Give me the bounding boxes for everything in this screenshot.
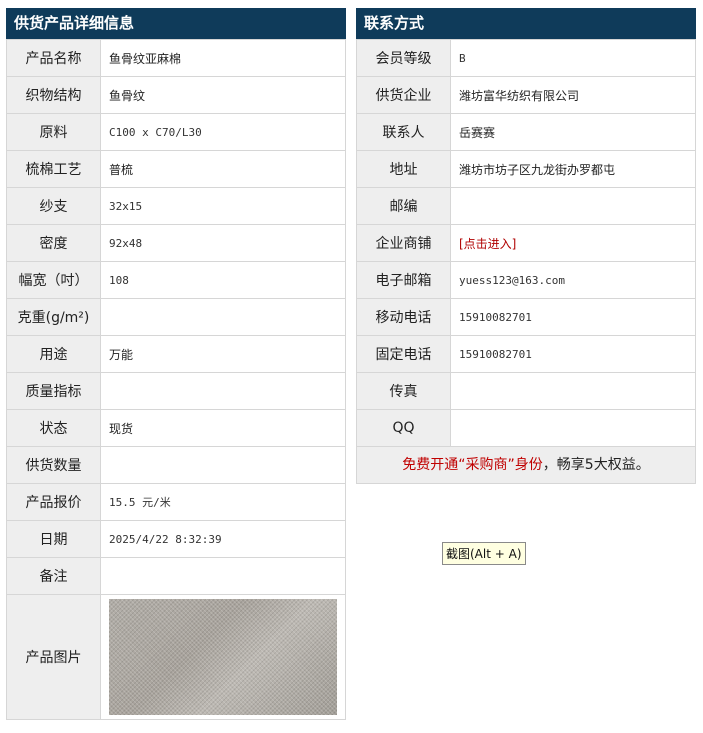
contact-table: 会员等级 B 供货企业 潍坊富华纺织有限公司 联系人 岳赛赛 地址 潍坊市坊子区… (356, 39, 696, 447)
product-image-cell (100, 594, 346, 720)
row-label: 联系人 (356, 113, 451, 151)
row-label: 电子邮箱 (356, 261, 451, 299)
email-value: yuess123@163.com (450, 261, 696, 299)
table-row: 邮编 (356, 187, 696, 225)
row-label: 质量指标 (6, 372, 101, 410)
row-label: 幅宽（吋） (6, 261, 101, 299)
table-row: 幅宽（吋） 108 (6, 261, 346, 299)
density-value: 92x48 (100, 224, 346, 262)
table-row: 克重(g/m²) (6, 298, 346, 336)
row-label: 纱支 (6, 187, 101, 225)
row-label: 邮编 (356, 187, 451, 225)
yarn-count-value: 32x15 (100, 187, 346, 225)
row-label: 梳棉工艺 (6, 150, 101, 188)
row-label: 企业商铺 (356, 224, 451, 262)
table-row: 电子邮箱 yuess123@163.com (356, 261, 696, 299)
shop-enter-link[interactable]: [点击进入] (459, 237, 516, 251)
mobile-value: 15910082701 (450, 298, 696, 336)
table-row: 传真 (356, 372, 696, 410)
row-label: 状态 (6, 409, 101, 447)
table-row: 日期 2025/4/22 8:32:39 (6, 520, 346, 558)
screenshot-tooltip: 截图(Alt + A) (442, 542, 526, 565)
row-label: 织物结构 (6, 76, 101, 114)
product-details-title: 供货产品详细信息 (6, 8, 346, 39)
product-image[interactable] (109, 599, 337, 715)
row-label: 产品名称 (6, 39, 101, 77)
promo-text: ，畅享5大权益。 (542, 457, 650, 473)
table-row: 固定电话 15910082701 (356, 335, 696, 373)
quality-value (100, 372, 346, 410)
row-label: 用途 (6, 335, 101, 373)
row-label: 供货数量 (6, 446, 101, 484)
table-row: 密度 92x48 (6, 224, 346, 262)
table-row: 企业商铺 [点击进入] (356, 224, 696, 262)
table-row: 原料 C100 x C70/L30 (6, 113, 346, 151)
row-label: 产品图片 (6, 594, 101, 720)
row-label: 日期 (6, 520, 101, 558)
row-label: 固定电话 (356, 335, 451, 373)
address-value: 潍坊市坊子区九龙街办罗都屯 (450, 150, 696, 188)
table-row: QQ (356, 409, 696, 447)
table-row: 备注 (6, 557, 346, 595)
status-value: 现货 (100, 409, 346, 447)
table-row: 地址 潍坊市坊子区九龙街办罗都屯 (356, 150, 696, 188)
company-value: 潍坊富华纺织有限公司 (450, 76, 696, 114)
table-row: 用途 万能 (6, 335, 346, 373)
fax-value (450, 372, 696, 410)
member-level-value: B (450, 39, 696, 77)
phone-value: 15910082701 (450, 335, 696, 373)
table-row: 供货企业 潍坊富华纺织有限公司 (356, 76, 696, 114)
price-value: 15.5 元/米 (100, 483, 346, 521)
material-value: C100 x C70/L30 (100, 113, 346, 151)
table-row: 状态 现货 (6, 409, 346, 447)
shop-link-cell: [点击进入] (450, 224, 696, 262)
table-row: 产品图片 (6, 594, 346, 720)
table-row: 供货数量 (6, 446, 346, 484)
usage-value: 万能 (100, 335, 346, 373)
row-label: 原料 (6, 113, 101, 151)
table-row: 产品报价 15.5 元/米 (6, 483, 346, 521)
remark-value (100, 557, 346, 595)
product-details-panel: 供货产品详细信息 产品名称 鱼骨纹亚麻棉 织物结构 鱼骨纹 原料 C100 x … (6, 8, 346, 720)
table-row: 联系人 岳赛赛 (356, 113, 696, 151)
row-label: 产品报价 (6, 483, 101, 521)
table-row: 移动电话 15910082701 (356, 298, 696, 336)
table-row: 纱支 32x15 (6, 187, 346, 225)
width-value: 108 (100, 261, 346, 299)
contact-person-value: 岳赛赛 (450, 113, 696, 151)
row-label: QQ (356, 409, 451, 447)
row-label: 移动电话 (356, 298, 451, 336)
row-label: 克重(g/m²) (6, 298, 101, 336)
table-row: 会员等级 B (356, 39, 696, 77)
table-row: 质量指标 (6, 372, 346, 410)
table-row: 产品名称 鱼骨纹亚麻棉 (6, 39, 346, 77)
contact-title: 联系方式 (356, 8, 696, 39)
product-name-value: 鱼骨纹亚麻棉 (100, 39, 346, 77)
row-label: 备注 (6, 557, 101, 595)
postcode-value (450, 187, 696, 225)
table-row: 梳棉工艺 普梳 (6, 150, 346, 188)
contact-panel: 联系方式 会员等级 B 供货企业 潍坊富华纺织有限公司 联系人 岳赛赛 地址 潍… (356, 8, 696, 484)
table-row: 织物结构 鱼骨纹 (6, 76, 346, 114)
product-details-table: 产品名称 鱼骨纹亚麻棉 织物结构 鱼骨纹 原料 C100 x C70/L30 梳… (6, 39, 346, 720)
row-label: 会员等级 (356, 39, 451, 77)
supply-quantity-value (100, 446, 346, 484)
qq-value (450, 409, 696, 447)
row-label: 传真 (356, 372, 451, 410)
promo-highlight[interactable]: 免费开通“采购商”身份 (402, 457, 543, 473)
row-label: 地址 (356, 150, 451, 188)
carding-value: 普梳 (100, 150, 346, 188)
weight-value (100, 298, 346, 336)
row-label: 密度 (6, 224, 101, 262)
fabric-structure-value: 鱼骨纹 (100, 76, 346, 114)
row-label: 供货企业 (356, 76, 451, 114)
buyer-promo-banner[interactable]: 免费开通“采购商”身份，畅享5大权益。 (356, 447, 696, 484)
date-value: 2025/4/22 8:32:39 (100, 520, 346, 558)
